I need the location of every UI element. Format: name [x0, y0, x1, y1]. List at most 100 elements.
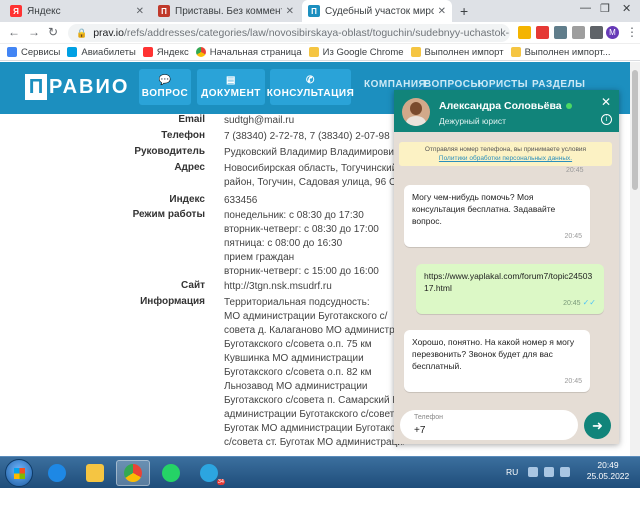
- message-text[interactable]: https://www.yaplakal.com/forum7/topic245…: [424, 270, 596, 294]
- info-line: Буготакского с/совета о.п. 82 км: [224, 367, 372, 378]
- tab-strip: Я Яндекс ✕ П Приставы. Без комментариев,…: [0, 0, 640, 22]
- chrome-icon: [195, 47, 206, 57]
- button-label: КОНСУЛЬТАЦИЯ: [266, 88, 355, 99]
- phone-input[interactable]: Телефон +7: [400, 410, 578, 440]
- folder-icon: [410, 47, 421, 57]
- address-value: Новосибирская область, Тогучинский район…: [224, 162, 404, 190]
- chat-message-incoming: Хорошо, понятно. На какой номер я могу п…: [404, 330, 590, 392]
- bookmark-folder[interactable]: Выполнен импорт...: [510, 47, 611, 58]
- telegram-icon: [200, 464, 218, 482]
- message-text: Могу чем-нибудь помочь? Моя консультация…: [412, 192, 556, 226]
- message-time: 20:45: [564, 378, 582, 385]
- privacy-policy-link[interactable]: Политики обработки персональных данных.: [399, 154, 612, 163]
- info-line: Буготакского с/совета о.п. 75 км: [224, 339, 372, 350]
- pravio-icon: П: [308, 5, 320, 17]
- bookmark-home[interactable]: Начальная страница: [195, 47, 302, 58]
- bookmark-label: Яндекс: [156, 46, 189, 58]
- bookmark-folder[interactable]: Выполнен импорт: [410, 46, 504, 58]
- hours-line: пятница: с 08:00 до 16:30: [224, 238, 343, 249]
- tray-arrow-icon[interactable]: [528, 467, 538, 477]
- taskbar-explorer[interactable]: [78, 460, 112, 486]
- taskbar-ie[interactable]: [40, 460, 74, 486]
- bookmark-services[interactable]: Сервисы: [7, 47, 60, 58]
- bookmark-folder[interactable]: Из Google Chrome: [308, 47, 404, 58]
- agent-name: Александра Соловьёва: [439, 100, 572, 112]
- folder-icon: [308, 47, 319, 57]
- pdf-extension-icon[interactable]: [536, 26, 549, 39]
- info-line: МО администрации Буготакского с/: [224, 311, 388, 322]
- phone-input-value[interactable]: +7: [414, 425, 425, 436]
- close-icon[interactable]: ✕: [438, 6, 446, 17]
- back-icon[interactable]: ←: [8, 25, 20, 39]
- online-status-icon: [565, 103, 572, 110]
- hours-value: понедельник: с 08:30 до 17:30 вторник-че…: [224, 209, 404, 279]
- bookmark-avia[interactable]: Авиабилеты: [67, 46, 136, 58]
- taskbar-whatsapp[interactable]: [154, 460, 188, 486]
- url-input[interactable]: 🔒 prav.io /refs/addresses/categories/law…: [68, 24, 510, 42]
- taskbar-chrome[interactable]: [116, 460, 150, 486]
- question-button[interactable]: 💬 ВОПРОС: [139, 69, 191, 105]
- new-tab-button[interactable]: +: [460, 3, 468, 19]
- tab-yandex[interactable]: Я Яндекс ✕: [4, 0, 150, 22]
- url-host: prav.io: [93, 27, 124, 39]
- close-icon[interactable]: ✕: [136, 6, 144, 17]
- menu-company[interactable]: КОМПАНИЯ: [364, 79, 426, 90]
- yandex-icon: [142, 47, 153, 57]
- hours-line: прием граждан: [224, 252, 295, 263]
- clock-time: 20:49: [597, 460, 619, 470]
- extension-icon[interactable]: [518, 26, 531, 39]
- profile-icon[interactable]: M: [606, 26, 619, 39]
- close-icon[interactable]: ✕: [286, 6, 294, 17]
- button-label: ДОКУМЕНТ: [201, 88, 261, 99]
- menu-lawyers[interactable]: ЮРИСТЫ: [478, 79, 528, 90]
- whatsapp-icon: [162, 464, 180, 482]
- info-line: Буготак МО администрации Буготакского: [224, 423, 404, 434]
- ie-icon: [48, 464, 66, 482]
- yandex-icon: Я: [10, 5, 22, 17]
- start-button[interactable]: [5, 459, 33, 487]
- bookmark-label: Авиабилеты: [81, 46, 136, 58]
- window-close-icon[interactable]: ✕: [622, 2, 631, 15]
- plane-icon: [67, 47, 78, 57]
- menu-questions[interactable]: ВОПРОСЫ: [424, 79, 481, 90]
- media-icon[interactable]: [590, 26, 603, 39]
- logo-letter: П: [25, 74, 47, 100]
- address-line: Новосибирская область, Тогучинский: [224, 163, 398, 174]
- menu-sections[interactable]: РАЗДЕЛЫ: [532, 79, 585, 90]
- site-link[interactable]: http://3tgn.nsk.msudrf.ru: [224, 280, 404, 294]
- minimize-icon[interactable]: —: [580, 2, 591, 14]
- chat-icon: 💬: [158, 75, 172, 86]
- extension-icon[interactable]: [554, 26, 567, 39]
- bookmark-label: Выполнен импорт: [424, 46, 504, 58]
- hours-line: вторник-четверг: с 15:00 до 16:00: [224, 266, 379, 277]
- network-icon[interactable]: [544, 467, 554, 477]
- url-path: /refs/addresses/categories/law/novosibir…: [123, 27, 510, 39]
- bookmark-yandex[interactable]: Яндекс: [142, 46, 189, 58]
- reload-icon[interactable]: ↻: [48, 25, 58, 39]
- forward-icon[interactable]: →: [28, 25, 40, 39]
- close-icon[interactable]: ✕: [601, 95, 611, 109]
- menu-icon[interactable]: ⋮: [626, 25, 638, 39]
- avatar: [402, 98, 430, 126]
- address-line: район, Тогучин, Садовая улица, 96 Суд: [224, 177, 404, 188]
- taskbar-telegram[interactable]: 34: [192, 460, 226, 486]
- email-link[interactable]: sudtgh@mail.ru: [224, 114, 404, 128]
- message-text: Хорошо, понятно. На какой номер я могу п…: [412, 337, 575, 371]
- scrollbar-thumb[interactable]: [632, 70, 638, 190]
- tab-pravio[interactable]: П Судебный участок мирового су ✕: [302, 0, 452, 22]
- tab-pikabu[interactable]: П Приставы. Без комментариев, и ✕: [152, 0, 300, 22]
- maximize-icon[interactable]: ❐: [600, 2, 610, 15]
- site-logo[interactable]: П РАВИО: [25, 74, 129, 100]
- send-button[interactable]: ➜: [584, 412, 611, 439]
- consultation-button[interactable]: ✆ КОНСУЛЬТАЦИЯ: [267, 69, 354, 105]
- head-value: Рудковский Владимир Владимирович: [224, 147, 400, 158]
- document-button[interactable]: ▤ ДОКУМЕНТ: [197, 69, 265, 105]
- info-icon[interactable]: i: [601, 114, 612, 125]
- system-clock[interactable]: 20:49 25.05.2022: [584, 460, 632, 482]
- tab-title: Яндекс: [27, 5, 61, 17]
- language-indicator[interactable]: RU: [506, 467, 518, 477]
- privacy-notice: Отправляя номер телефона, вы принимаете …: [399, 142, 612, 166]
- puzzle-icon[interactable]: [572, 26, 585, 39]
- volume-icon[interactable]: [560, 467, 570, 477]
- phone-link[interactable]: 7 (38340) 2-72-78, 7 (38340) 2-07-98: [224, 130, 404, 144]
